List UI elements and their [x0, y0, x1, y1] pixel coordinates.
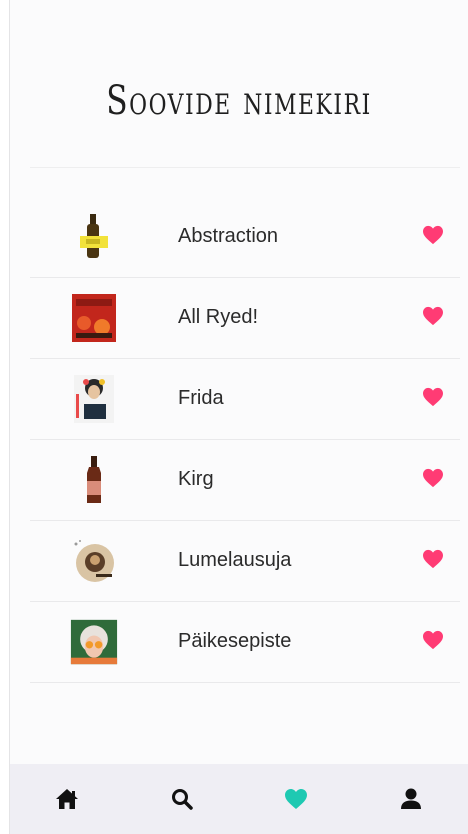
heart-icon[interactable]	[422, 468, 444, 488]
list-item[interactable]: Kirg	[30, 440, 460, 521]
bottom-navigation	[10, 764, 468, 834]
heart-icon[interactable]	[422, 306, 444, 326]
item-name: All Ryed!	[178, 306, 259, 328]
item-name: Frida	[178, 387, 224, 409]
heart-icon	[284, 788, 308, 810]
heart-icon[interactable]	[422, 387, 444, 407]
item-name: Päikesepiste	[178, 630, 292, 652]
page-title: Soovide nimekiri	[106, 78, 372, 124]
list-item[interactable]: Frida	[30, 359, 460, 440]
user-icon	[400, 788, 422, 810]
item-name: Kirg	[178, 468, 214, 490]
list-item[interactable]: Päikesepiste	[30, 602, 460, 683]
list-item[interactable]: Lumelausuja	[30, 521, 460, 602]
list-item[interactable]: Abstraction	[30, 197, 460, 278]
heart-icon[interactable]	[422, 549, 444, 569]
heart-icon[interactable]	[422, 225, 444, 245]
round-brown-badge-icon	[70, 536, 118, 586]
item-name: Lumelausuja	[178, 549, 292, 571]
woman-sunglasses-label-icon	[70, 617, 118, 667]
header-divider	[30, 167, 460, 168]
home-icon	[55, 788, 79, 810]
heart-icon[interactable]	[422, 630, 444, 650]
red-beer-can-label-icon	[70, 293, 118, 343]
search-icon	[171, 788, 193, 810]
nav-home[interactable]	[47, 779, 87, 819]
beer-bottle-yellow-label-icon	[70, 212, 118, 262]
nav-wishlist[interactable]	[276, 779, 316, 819]
nav-search[interactable]	[162, 779, 202, 819]
wishlist-screen: Soovide nimekiri Abstraction All Ryed! F…	[10, 0, 468, 834]
amber-beer-bottle-icon	[70, 455, 118, 505]
list-item[interactable]: All Ryed!	[30, 278, 460, 359]
item-name: Abstraction	[178, 225, 279, 247]
frida-portrait-label-icon	[70, 374, 118, 424]
wishlist-list: Abstraction All Ryed! Frida Kirg Lumelau…	[30, 197, 460, 683]
nav-profile[interactable]	[391, 779, 431, 819]
